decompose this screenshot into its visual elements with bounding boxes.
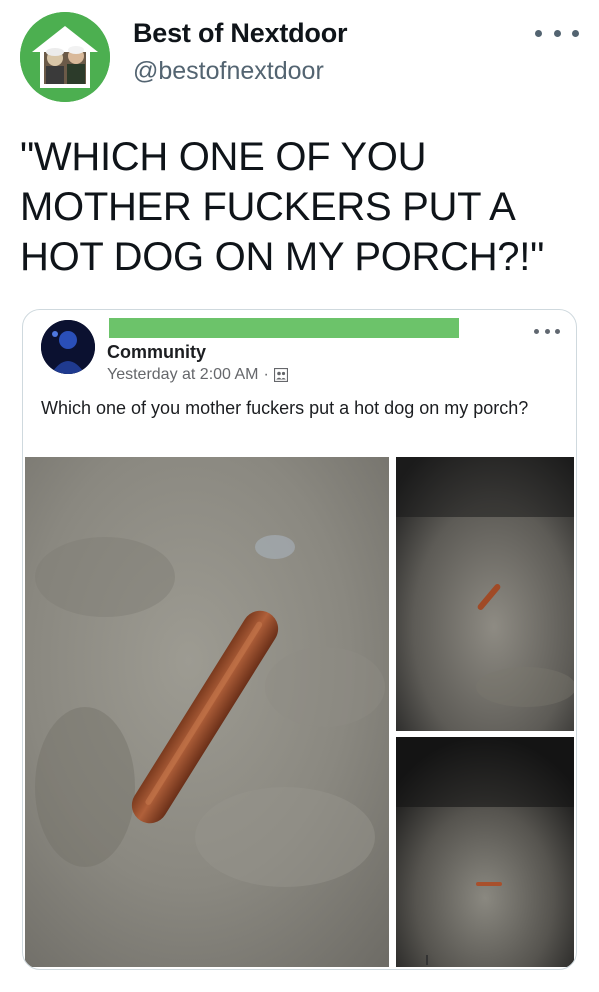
- hot-dog-photo: [396, 457, 574, 731]
- post-timestamp[interactable]: Yesterday at 2:00 AM: [107, 366, 259, 384]
- ellipsis-dot: [555, 328, 560, 334]
- photo-hot-dog-closeup[interactable]: [25, 457, 389, 967]
- group-name[interactable]: Community: [107, 342, 206, 363]
- group-avatar: [41, 320, 95, 374]
- house-avatar-icon: [20, 12, 110, 102]
- ellipsis-icon: [535, 29, 542, 37]
- photo-hot-dog-far[interactable]: [396, 737, 574, 967]
- redaction-bar: [109, 318, 459, 338]
- author-handle[interactable]: @bestofnextdoor: [133, 57, 324, 86]
- post-meta: Yesterday at 2:00 AM ·: [107, 366, 288, 384]
- more-options-button[interactable]: [535, 18, 579, 48]
- ellipsis-icon: [534, 328, 539, 334]
- ellipsis-dot: [553, 29, 561, 37]
- ellipsis-dot: [544, 328, 550, 334]
- hot-dog-photo: [396, 737, 574, 967]
- group-avatar-icon: [41, 320, 95, 374]
- post-text: Which one of you mother fuckers put a ho…: [41, 398, 529, 418]
- tweet-text: "WHICH ONE OF YOU MOTHER FUCKERS PUT A H…: [20, 135, 544, 279]
- group-icon: [273, 368, 288, 382]
- ellipsis-dot: [572, 29, 579, 37]
- meta-separator: ·: [263, 366, 269, 383]
- embedded-post-screenshot[interactable]: Community Yesterday at 2:00 AM · Which o…: [22, 309, 577, 970]
- photo-hot-dog-wide[interactable]: [396, 457, 574, 731]
- author-avatar[interactable]: [20, 12, 110, 102]
- hot-dog-photo: [25, 457, 389, 967]
- post-more-button[interactable]: [534, 326, 560, 336]
- author-name[interactable]: Best of Nextdoor: [133, 18, 348, 49]
